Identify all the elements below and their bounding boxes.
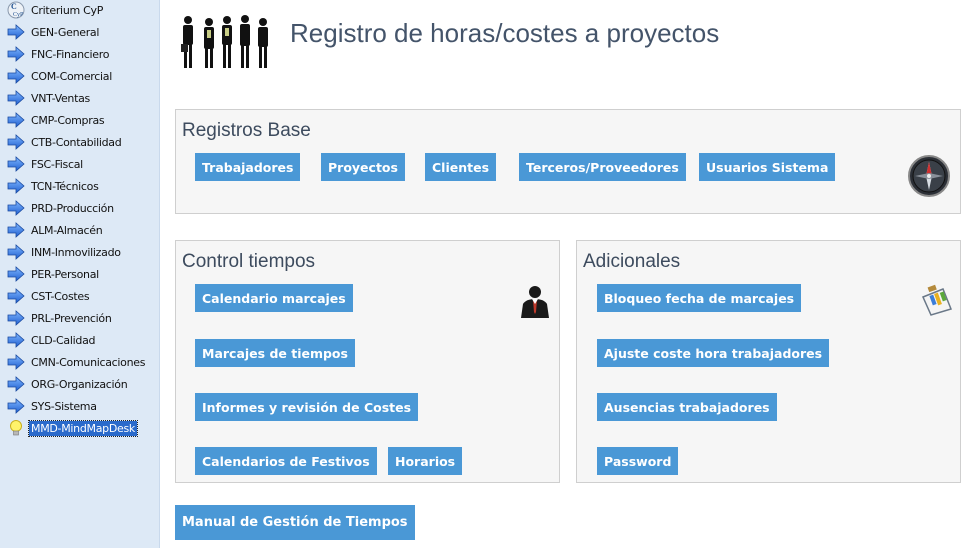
arrow-right-icon [5,287,27,305]
panel-title: Registros Base [182,120,311,141]
sidebar-item-prl-prevencion[interactable]: PRL-Prevención [0,308,160,328]
sidebar-item-tcn-tecnicos[interactable]: TCN-Técnicos [0,176,160,196]
sidebar-item-cst-costes[interactable]: CST-Costes [0,286,160,306]
bloqueo-fecha-marcajes-button[interactable]: Bloqueo fecha de marcajes [597,284,802,312]
page-title: Registro de horas/costes a proyectos [290,18,720,48]
arrow-right-icon [5,221,27,239]
arrow-right-icon [5,397,27,415]
arrow-right-icon [5,111,27,129]
arrow-right-icon [5,353,27,371]
arrow-right-icon [5,375,27,393]
adicionales-panel: Adicionales Bloqueo fecha de marcajes Aj… [576,240,961,483]
sidebar-item-prd-produccion[interactable]: PRD-Producción [0,198,160,218]
ajuste-coste-hora-button[interactable]: Ajuste coste hora trabajadores [597,339,830,367]
marcajes-de-tiempos-button[interactable]: Marcajes de tiempos [195,339,355,367]
sidebar-item-label: CMP-Compras [31,113,105,127]
sidebar-item-inm-inmovilizado[interactable]: INM-Inmovilizado [0,242,160,262]
people-silhouettes-icon [179,14,271,72]
registros-base-panel: Registros Base Trabajadores Proyectos Cl… [175,109,961,214]
informes-revision-costes-button[interactable]: Informes y revisión de Costes [195,393,419,421]
arrow-right-icon [5,309,27,327]
panel-title: Control tiempos [182,251,316,272]
businessman-icon [518,284,552,323]
sidebar-item-alm-almacen[interactable]: ALM-Almacén [0,220,160,240]
proyectos-button[interactable]: Proyectos [321,153,405,181]
sidebar-item-label: CST-Costes [31,289,90,303]
arrow-right-icon [5,133,27,151]
sidebar-item-mmd-mindmapdesk[interactable]: MMD-MindMapDesk [0,418,160,438]
sidebar-item-com-comercial[interactable]: COM-Comercial [0,66,160,86]
sidebar-item-label: PRD-Producción [31,201,114,215]
arrow-right-icon [5,177,27,195]
sidebar-item-label: COM-Comercial [31,69,112,83]
sidebar-item-cld-calidad[interactable]: CLD-Calidad [0,330,160,350]
sidebar-item-gen-general[interactable]: GEN-General [0,22,160,42]
sidebar-item-sys-sistema[interactable]: SYS-Sistema [0,396,160,416]
clientes-button[interactable]: Clientes [425,153,497,181]
calendario-marcajes-button[interactable]: Calendario marcajes [195,284,353,312]
arrow-right-icon [5,89,27,107]
arrow-right-icon [5,23,27,41]
calendarios-festivos-button[interactable]: Calendarios de Festivos [195,447,377,475]
sidebar-item-criterium-cyp[interactable]: C CyP Criterium CyP [0,0,160,20]
svg-text:C: C [11,2,17,11]
arrow-right-icon [5,155,27,173]
arrow-right-icon [5,199,27,217]
sidebar-item-label: GEN-General [31,25,100,39]
sidebar-item-fnc-financiero[interactable]: FNC-Financiero [0,44,160,64]
password-button[interactable]: Password [597,447,679,475]
compass-icon [907,154,951,203]
arrow-right-icon [5,331,27,349]
arrow-right-icon [5,265,27,283]
sidebar-item-per-personal[interactable]: PER-Personal [0,264,160,284]
sidebar-item-label: CLD-Calidad [31,333,96,347]
sidebar-item-label: FSC-Fiscal [31,157,83,171]
clipboard-chart-icon [919,283,953,322]
sidebar-item-label: TCN-Técnicos [31,179,99,193]
sidebar-item-label: SYS-Sistema [31,399,97,413]
sidebar-item-cmn-comunicaciones[interactable]: CMN-Comunicaciones [0,352,160,372]
sidebar-item-label: CMN-Comunicaciones [31,355,146,369]
terceros-proveedores-button[interactable]: Terceros/Proveedores [519,153,686,181]
sidebar-item-label: Criterium CyP [31,3,104,17]
sidebar-item-label: FNC-Financiero [31,47,110,61]
trabajadores-button[interactable]: Trabajadores [195,153,301,181]
sidebar-item-cmp-compras[interactable]: CMP-Compras [0,110,160,130]
sidebar-item-label: PRL-Prevención [31,311,112,325]
sidebar-item-label: PER-Personal [31,267,99,281]
arrow-right-icon [5,67,27,85]
horarios-button[interactable]: Horarios [388,447,463,475]
sidebar-item-label: INM-Inmovilizado [31,245,121,259]
sidebar-item-fsc-fiscal[interactable]: FSC-Fiscal [0,154,160,174]
sidebar: C CyP Criterium CyP GEN-General FNC-Finan… [0,0,160,548]
sidebar-item-label: ALM-Almacén [31,223,103,237]
sidebar-item-label: MMD-MindMapDesk [28,419,138,437]
arrow-right-icon [5,45,27,63]
sidebar-item-label: ORG-Organización [31,377,128,391]
manual-gestion-tiempos-button[interactable]: Manual de Gestión de Tiempos [175,505,415,540]
sidebar-item-label: CTB-Contabilidad [31,135,122,149]
lightbulb-icon [5,419,27,437]
criterium-logo-icon: C CyP [5,1,27,19]
arrow-right-icon [5,243,27,261]
ausencias-trabajadores-button[interactable]: Ausencias trabajadores [597,393,777,421]
sidebar-item-vnt-ventas[interactable]: VNT-Ventas [0,88,160,108]
control-tiempos-panel: Control tiempos Calendario marcajes Marc… [175,240,560,483]
usuarios-sistema-button[interactable]: Usuarios Sistema [699,153,836,181]
sidebar-item-ctb-contabilidad[interactable]: CTB-Contabilidad [0,132,160,152]
panel-title: Adicionales [583,251,681,272]
svg-text:CyP: CyP [13,12,24,18]
sidebar-item-label: VNT-Ventas [31,91,90,105]
sidebar-item-org-organizacion[interactable]: ORG-Organización [0,374,160,394]
